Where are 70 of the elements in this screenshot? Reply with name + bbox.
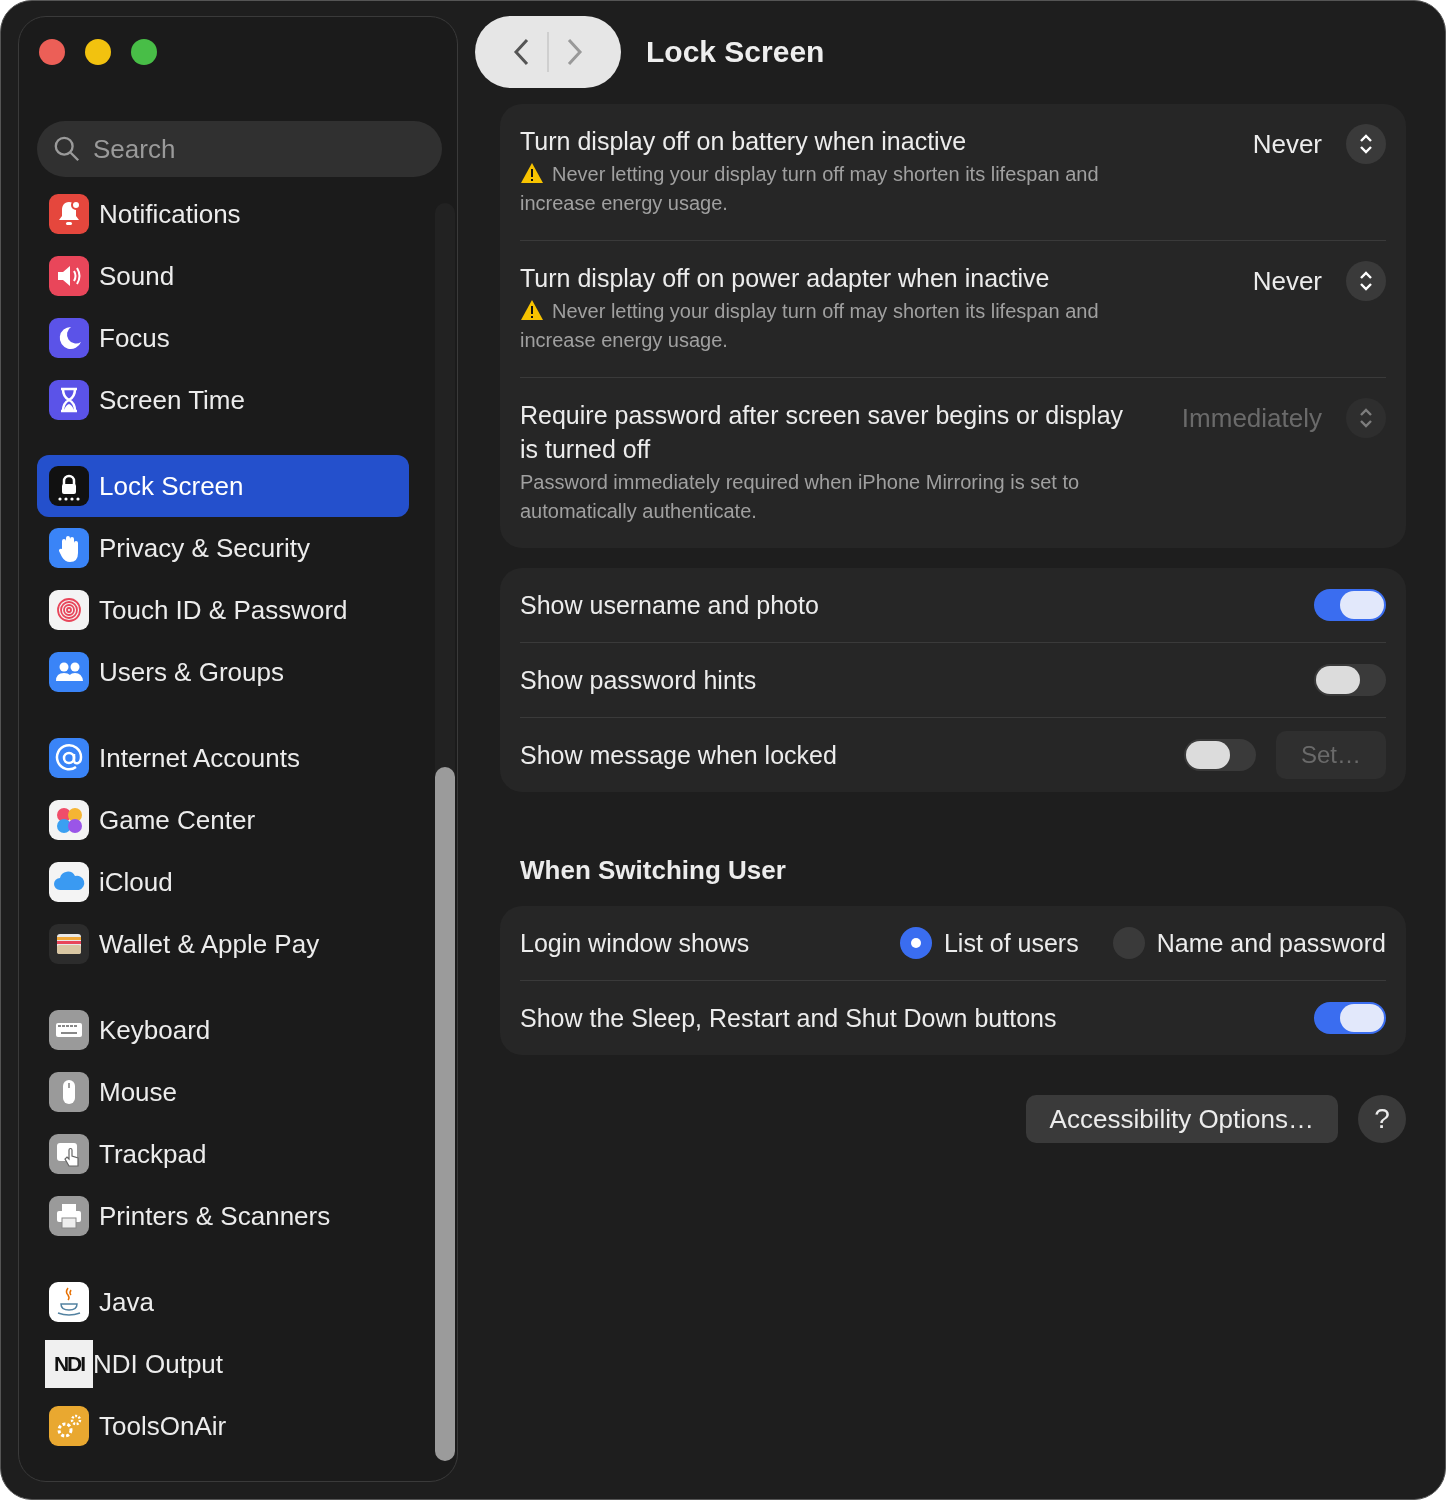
keyboard-icon xyxy=(49,1010,89,1050)
sidebar-item[interactable]: Touch ID & Password xyxy=(37,579,409,641)
setting-label: Turn display off on power adapter when inactive xyxy=(520,263,1051,294)
popup-value[interactable]: Never xyxy=(1252,124,1322,164)
cloud-icon xyxy=(49,862,89,902)
sidebar-item[interactable]: Keyboard xyxy=(37,999,409,1061)
toggle-switch[interactable] xyxy=(1314,1002,1386,1034)
sidebar-item[interactable]: Notifications xyxy=(37,183,409,245)
lock-icon xyxy=(49,466,89,506)
zoom-button[interactable] xyxy=(131,39,157,65)
hourglass-icon xyxy=(49,380,89,420)
mouse-icon xyxy=(49,1072,89,1112)
setting-label: Require password after screen saver begins or display is turned off xyxy=(520,400,1125,465)
section-heading: When Switching User xyxy=(520,854,787,887)
moon-icon xyxy=(49,318,89,358)
sidebar-item[interactable]: Internet Accounts xyxy=(37,727,409,789)
at-sign-icon xyxy=(49,738,89,778)
logo: NDI xyxy=(45,1340,93,1388)
search-field[interactable]: Search xyxy=(37,121,442,177)
sidebar-item[interactable]: iCloud xyxy=(37,851,409,913)
setting-label: Show username and photo xyxy=(520,590,820,621)
toggle-switch[interactable] xyxy=(1314,664,1386,696)
coffee-cup-icon xyxy=(49,1282,89,1322)
setting-label: Show password hints xyxy=(520,665,758,696)
stepper-icon[interactable] xyxy=(1346,124,1386,164)
speaker-icon xyxy=(49,256,89,296)
bell-icon xyxy=(49,194,89,234)
sidebar-item[interactable]: Wallet & Apple Pay xyxy=(37,913,409,975)
minimize-button[interactable] xyxy=(85,39,111,65)
setting-label: Show the Sleep, Restart and Shut Down buttons xyxy=(520,1003,1058,1034)
bubbles-icon xyxy=(49,800,89,840)
radio-option[interactable]: Name and password xyxy=(1112,927,1386,959)
gears-icon xyxy=(49,1406,89,1446)
setting-label: Login window shows xyxy=(520,928,751,959)
setting-label: Turn display off on battery when inactive xyxy=(520,126,968,157)
accessibility-button[interactable]: Accessibility Options… xyxy=(1025,1095,1338,1143)
sidebar-item[interactable]: Privacy & Security xyxy=(37,517,409,579)
scroll-thumb[interactable] xyxy=(435,767,455,1461)
sidebar-item[interactable]: Game Center xyxy=(37,789,409,851)
sidebar-item[interactable]: Focus xyxy=(37,307,409,369)
sidebar-item[interactable]: Java xyxy=(37,1271,409,1333)
search-icon xyxy=(53,135,81,163)
popup-value[interactable]: Never xyxy=(1252,261,1322,301)
sidebar-item[interactable]: Mouse xyxy=(37,1061,409,1123)
pointer-hand-icon xyxy=(49,1134,89,1174)
setting-label: Show message when locked xyxy=(520,740,838,771)
toggle-switch[interactable] xyxy=(1314,589,1386,621)
description-text: Never letting your display turn off may shorten its lifespan and increase energy usage. xyxy=(520,163,1099,214)
sidebar-item[interactable]: NDI NDI Output xyxy=(37,1333,409,1395)
fingerprint-icon xyxy=(49,590,89,630)
help-button[interactable]: ? xyxy=(1358,1095,1406,1143)
description-text: Password immediately required when iPhone Mirroring is set to automatically authenticate. xyxy=(520,471,1080,522)
scrollbar[interactable] xyxy=(435,203,455,1461)
sidebar-item[interactable]: Screen Time xyxy=(37,369,409,431)
toggle-switch[interactable] xyxy=(1184,739,1256,771)
stepper-icon[interactable] xyxy=(1346,261,1386,301)
printer-icon xyxy=(49,1196,89,1236)
sidebar-item[interactable]: Lock Screen xyxy=(37,455,409,517)
description-text: Never letting your display turn off may shorten its lifespan and increase energy usage. xyxy=(520,300,1099,351)
sidebar-item[interactable]: ToolsOnAir xyxy=(37,1395,409,1457)
people-icon xyxy=(49,652,89,692)
sidebar-item[interactable]: Trackpad xyxy=(37,1123,409,1185)
wallet-icon xyxy=(49,924,89,964)
window-title: Lock Screen xyxy=(646,35,825,69)
sidebar-item[interactable]: Sound xyxy=(37,245,409,307)
radio-option[interactable]: List of users xyxy=(899,927,1079,959)
close-button[interactable] xyxy=(39,39,65,65)
sidebar-item[interactable]: Printers & Scanners xyxy=(37,1185,409,1247)
sidebar-item[interactable]: Users & Groups xyxy=(37,641,409,703)
hand-icon xyxy=(49,528,89,568)
